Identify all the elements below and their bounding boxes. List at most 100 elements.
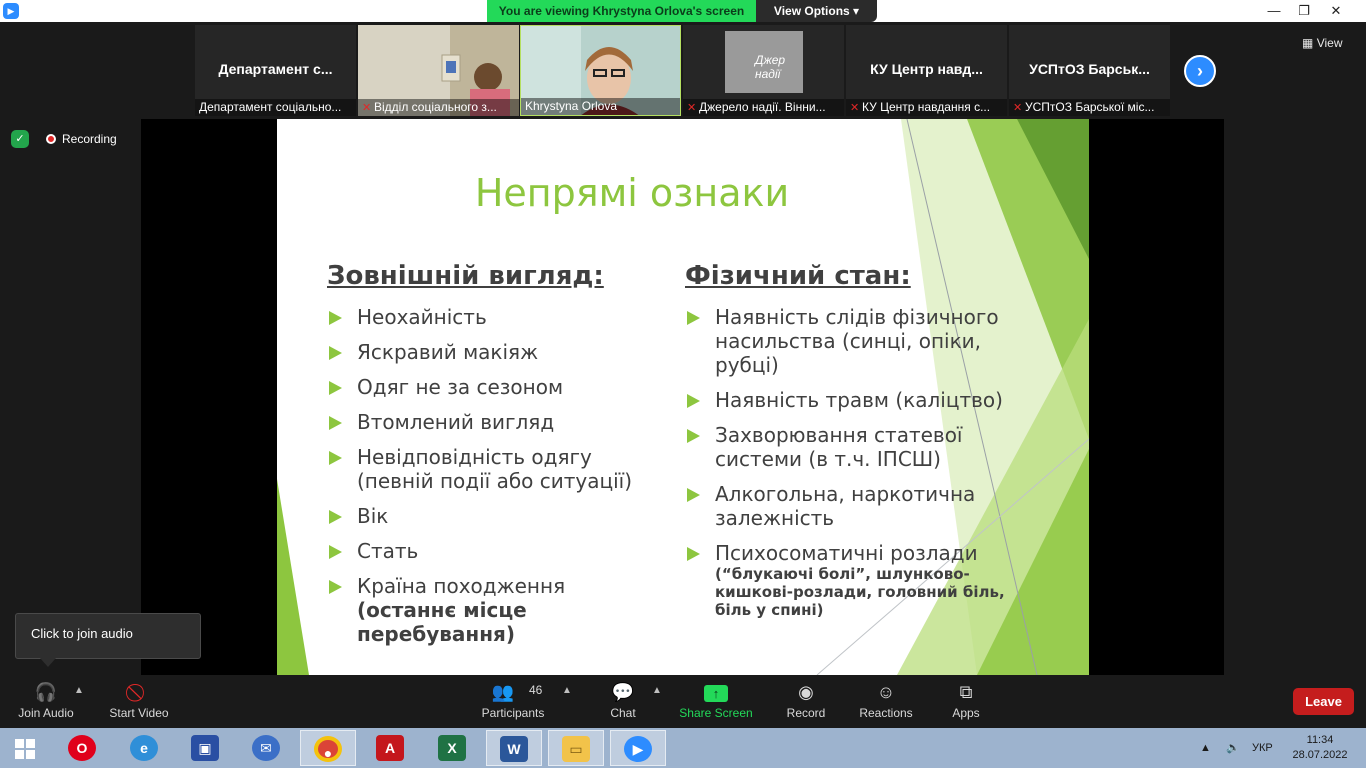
participant-tile[interactable]: ✕ Відділ соціального з... (358, 25, 519, 116)
participant-tile[interactable]: Департамент с... Департамент соціально..… (195, 25, 356, 116)
join-audio-tooltip[interactable]: Click to join audio (15, 613, 201, 667)
mail-bird-icon: ✉ (252, 735, 280, 761)
organization-logo: Джер надії (725, 31, 803, 93)
participant-label: ✕ Відділ соціального з... (358, 99, 519, 116)
meeting-toolbar: 🎧 Join Audio ▲ ⃠ Start Video 👥 46 Partic… (0, 675, 1366, 728)
chat-button[interactable]: 💬 Chat (603, 680, 643, 726)
muted-mic-icon: ✕ (687, 102, 697, 114)
clock-date: 28.07.2022 (1292, 749, 1348, 761)
video-off-icon: ⃠ (104, 680, 174, 704)
record-button[interactable]: ◉ Record (783, 680, 829, 726)
bullet-item: Неохайність (327, 305, 647, 329)
reactions-emoji-icon: ☺ (876, 682, 896, 702)
headphones-icon: 🎧 (34, 682, 58, 702)
bullet-item: Країна походження (останнє місце перебув… (327, 574, 647, 646)
bullet-item: Стать (327, 539, 647, 563)
chat-bubble-icon: 💬 (611, 682, 635, 702)
participant-name: КУ Центр навд... (870, 61, 983, 77)
participant-label: ✕ Джерело надії. Вінни... (683, 99, 844, 116)
floppy-disk-icon: ▣ (191, 735, 219, 761)
bullet-item: Яскравий макіяж (327, 340, 647, 364)
tray-show-hidden-icon[interactable]: ▲ (1200, 728, 1211, 768)
share-screen-button[interactable]: ↑ Share Screen (678, 680, 754, 726)
participants-caret-icon[interactable]: ▲ (562, 685, 572, 696)
participant-tile[interactable]: УСПтОЗ Барськ... ✕ УСПтОЗ Барської міс... (1009, 25, 1170, 116)
participants-button[interactable]: 👥 46 Participants (478, 680, 548, 726)
record-icon: ◉ (798, 682, 814, 702)
bullet-item: Втомлений вигляд (327, 410, 647, 434)
taskbar-acrobat[interactable]: A (362, 730, 418, 766)
taskbar-save-app[interactable]: ▣ (177, 730, 233, 766)
participant-label: ✕ КУ Центр навдання с... (846, 99, 1007, 116)
volume-icon[interactable]: 🔈 (1226, 728, 1240, 768)
taskbar-internet-explorer[interactable]: e (116, 730, 172, 766)
participants-label: Participants (481, 706, 545, 720)
next-page-chevron-right-icon[interactable]: › (1184, 55, 1216, 87)
grid-icon: ▦ (1302, 36, 1314, 50)
apps-button[interactable]: ⧉ Apps (946, 680, 986, 726)
participant-label: Департамент соціально... (195, 99, 356, 116)
apps-label: Apps (952, 706, 980, 720)
taskbar-word[interactable]: W (486, 730, 542, 766)
participant-tile[interactable]: Джер надії ✕ Джерело надії. Вінни... (683, 25, 844, 116)
recording-label: Recording (62, 132, 117, 146)
taskbar-excel[interactable]: X (424, 730, 480, 766)
view-button[interactable]: ▦ View (1302, 33, 1362, 53)
windows-taskbar: O e ▣ ✉ ● A X W ▭ ▶ ▲ 🔈 УКР 11:34 28.07.… (0, 728, 1366, 768)
start-button[interactable] (0, 730, 50, 766)
left-column-heading: Зовнішній вигляд: (327, 261, 604, 291)
apps-icon: ⧉ (959, 682, 973, 702)
presentation-slide: Непрямі ознаки Зовнішній вигляд: Неохайн… (277, 119, 1089, 675)
chat-caret-icon[interactable]: ▲ (652, 685, 662, 696)
bullet-item: Захворювання статевої системи (в т.ч. ІП… (685, 423, 1005, 471)
pdf-icon: A (376, 735, 404, 761)
language-indicator[interactable]: УКР (1252, 728, 1273, 768)
viewing-banner: You are viewing Khrystyna Orlova's scree… (487, 0, 756, 22)
taskbar-chrome[interactable]: ● (300, 730, 356, 766)
excel-icon: X (438, 735, 466, 761)
close-icon[interactable]: ✕ (1318, 0, 1354, 22)
security-shield-icon[interactable]: ✓ (11, 130, 29, 148)
opera-icon: O (68, 735, 96, 761)
clock-time: 11:34 (1306, 734, 1334, 746)
slide-title: Непрямі ознаки (474, 171, 790, 215)
chevron-down-icon: ▾ (853, 4, 860, 18)
leave-button[interactable]: Leave (1293, 688, 1354, 715)
chrome-icon: ● (314, 736, 342, 762)
bullet-item: Невідповідність одягу (певній події або … (327, 445, 647, 493)
taskbar-zoom[interactable]: ▶ (610, 730, 666, 766)
muted-mic-icon: ✕ (1013, 102, 1023, 114)
system-clock[interactable]: 11:34 28.07.2022 (1290, 733, 1350, 763)
start-video-button[interactable]: ⃠ Start Video (104, 680, 174, 726)
bullet-item: Наявність травм (каліцтво) (685, 388, 1005, 412)
participant-label: ✕ УСПтОЗ Барської міс... (1009, 99, 1170, 116)
participants-count: 46 (529, 683, 543, 697)
participant-name: Департамент с... (218, 61, 333, 77)
muted-mic-icon: ✕ (362, 102, 372, 114)
title-bar: ▶ You are viewing Khrystyna Orlova's scr… (0, 0, 1366, 22)
taskbar-thunderbird[interactable]: ✉ (238, 730, 294, 766)
taskbar-opera[interactable]: O (54, 730, 110, 766)
participant-label: Khrystyna Orlova (521, 98, 680, 115)
recording-indicator[interactable]: Recording (40, 129, 126, 149)
windows-logo-icon (15, 739, 35, 759)
participant-tile[interactable]: КУ Центр навд... ✕ КУ Центр навдання с... (846, 25, 1007, 116)
audio-options-caret-icon[interactable]: ▲ (74, 685, 84, 696)
internet-explorer-icon: e (130, 735, 158, 761)
bullet-item: Наявність слідів фізичного насильства (с… (685, 305, 1005, 377)
join-audio-button[interactable]: 🎧 Join Audio (12, 680, 80, 726)
view-options-label: View Options (773, 4, 850, 18)
recording-dot-icon (46, 134, 56, 144)
participant-name: УСПтОЗ Барськ... (1029, 61, 1150, 77)
view-options-button[interactable]: View Options ▾ (756, 0, 877, 22)
restore-icon[interactable]: ❐ (1286, 0, 1322, 22)
bullet-item: Психосоматичні розлади (“блукаючі болі”, … (685, 541, 1005, 619)
muted-mic-icon: ✕ (850, 102, 860, 114)
bullet-item: Вік (327, 504, 647, 528)
reactions-button[interactable]: ☺ Reactions (856, 680, 916, 726)
participant-tile-active-speaker[interactable]: Khrystyna Orlova (520, 25, 681, 116)
folder-icon: ▭ (562, 736, 590, 762)
taskbar-file-explorer[interactable]: ▭ (548, 730, 604, 766)
join-audio-label: Join Audio (18, 706, 74, 720)
right-column-heading: Фізичний стан: (685, 261, 911, 291)
